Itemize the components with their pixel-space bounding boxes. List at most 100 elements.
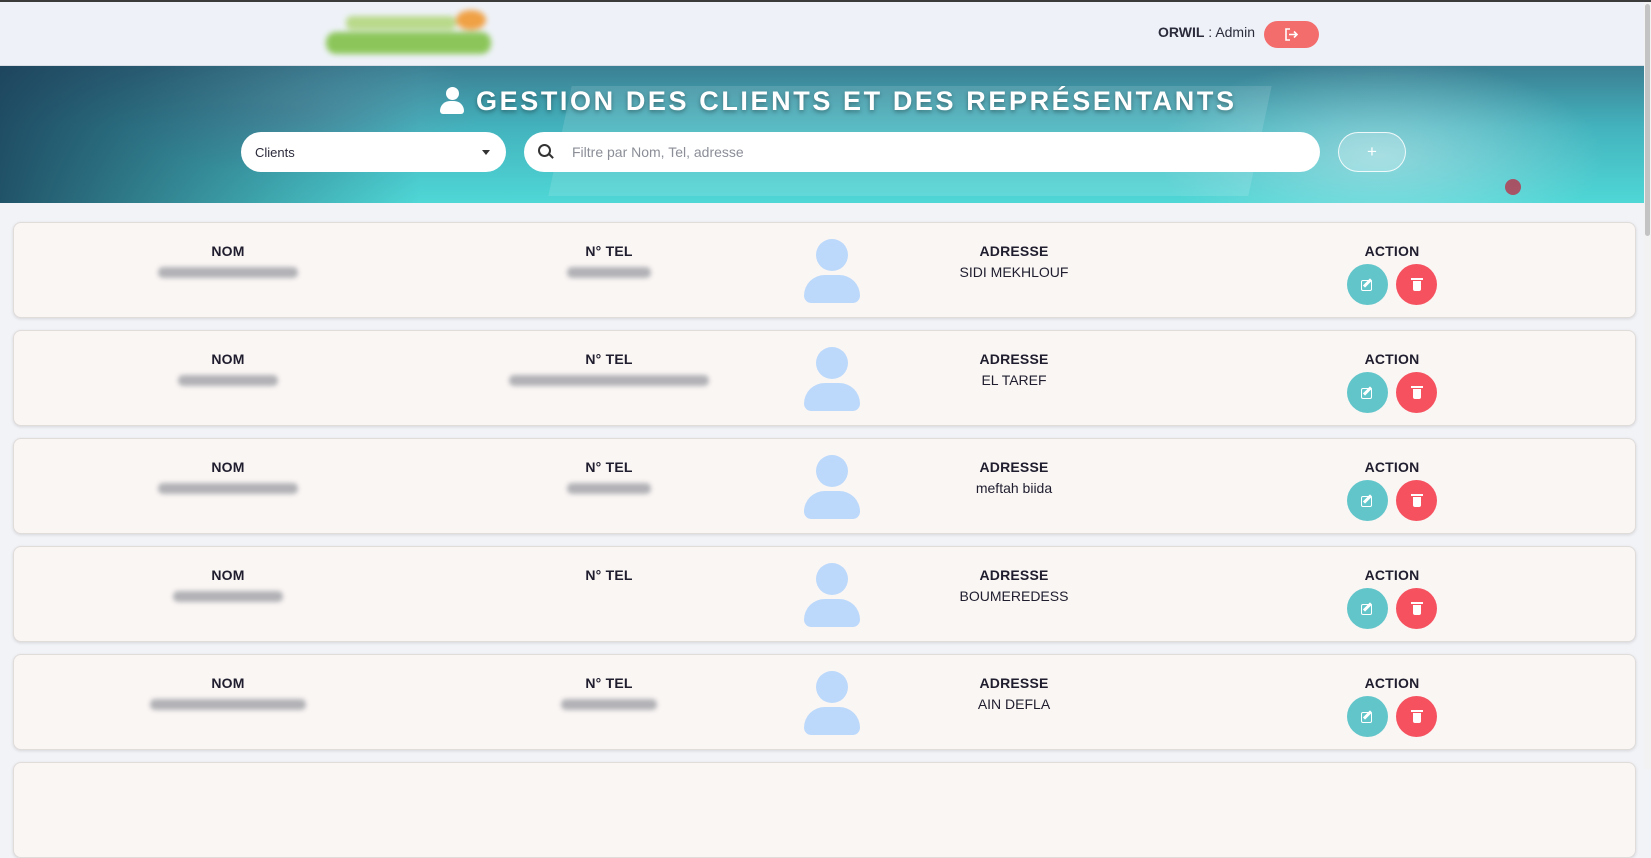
client-card: NOM N° TEL ADRESSE EL TAREF ACTION xyxy=(13,330,1636,426)
name-label: NOM xyxy=(211,459,245,475)
client-card xyxy=(13,762,1636,858)
edit-icon xyxy=(1361,386,1374,399)
org-name: ORWIL xyxy=(1158,24,1205,40)
address-column: ADRESSE EL TAREF xyxy=(914,351,1114,388)
separator: : xyxy=(1208,24,1213,40)
address-column: ADRESSE SIDI MEKHLOUF xyxy=(914,243,1114,280)
trash-icon xyxy=(1410,602,1423,615)
address-label: ADRESSE xyxy=(979,243,1049,259)
address-value: SIDI MEKHLOUF xyxy=(959,264,1069,280)
action-column: ACTION xyxy=(1342,459,1442,521)
type-select-value: Clients xyxy=(255,144,295,160)
redacted-name xyxy=(158,267,298,278)
edit-icon xyxy=(1361,602,1374,615)
edit-button[interactable] xyxy=(1347,372,1388,413)
redacted-phone xyxy=(561,699,657,710)
avatar-icon xyxy=(804,455,860,519)
scrollbar[interactable] xyxy=(1644,2,1651,769)
action-column: ACTION xyxy=(1342,567,1442,629)
address-value: meftah biida xyxy=(975,480,1053,496)
avatar-icon xyxy=(804,563,860,627)
edit-button[interactable] xyxy=(1347,480,1388,521)
address-column: ADRESSE meftah biida xyxy=(914,459,1114,496)
page-title: GESTION DES CLIENTS ET DES REPRÉSENTANTS xyxy=(440,84,1237,118)
scrollbar-thumb[interactable] xyxy=(1645,4,1650,236)
add-button[interactable]: + xyxy=(1338,132,1406,172)
phone-column: N° TEL xyxy=(509,675,709,710)
address-label: ADRESSE xyxy=(979,675,1049,691)
address-label: ADRESSE xyxy=(979,567,1049,583)
phone-label: N° TEL xyxy=(585,243,633,259)
redacted-phone xyxy=(567,267,651,278)
redacted-name xyxy=(178,375,278,386)
address-column: ADRESSE AIN DEFLA xyxy=(914,675,1114,712)
delete-button[interactable] xyxy=(1396,696,1437,737)
client-card: NOM N° TEL ADRESSE SIDI MEKHLOUF ACTION xyxy=(13,222,1636,318)
name-label: NOM xyxy=(211,243,245,259)
trash-icon xyxy=(1410,278,1423,291)
address-value: BOUMEREDESS xyxy=(959,588,1069,604)
edit-icon xyxy=(1361,494,1374,507)
caret-down-icon xyxy=(482,149,490,155)
trash-icon xyxy=(1410,494,1423,507)
client-card: NOM N° TEL ADRESSE BOUMEREDESS ACTION xyxy=(13,546,1636,642)
action-label: ACTION xyxy=(1364,243,1420,259)
user-icon xyxy=(440,87,464,115)
trash-icon xyxy=(1410,386,1423,399)
avatar-icon xyxy=(804,347,860,411)
delete-button[interactable] xyxy=(1396,480,1437,521)
edit-button[interactable] xyxy=(1347,588,1388,629)
phone-label: N° TEL xyxy=(585,351,633,367)
redacted-name xyxy=(173,591,283,602)
delete-button[interactable] xyxy=(1396,372,1437,413)
edit-button[interactable] xyxy=(1347,264,1388,305)
action-label: ACTION xyxy=(1364,675,1420,691)
delete-button[interactable] xyxy=(1396,264,1437,305)
edit-button[interactable] xyxy=(1347,696,1388,737)
address-label: ADRESSE xyxy=(979,459,1049,475)
avatar-icon xyxy=(804,671,860,735)
name-column: NOM xyxy=(128,351,328,386)
name-column: NOM xyxy=(128,567,328,602)
client-card: NOM N° TEL ADRESSE AIN DEFLA ACTION xyxy=(13,654,1636,750)
phone-column: N° TEL xyxy=(509,243,709,278)
name-label: NOM xyxy=(211,351,245,367)
action-label: ACTION xyxy=(1364,459,1420,475)
trash-icon xyxy=(1410,710,1423,723)
action-label: ACTION xyxy=(1364,567,1420,583)
address-label: ADRESSE xyxy=(979,351,1049,367)
user-info: ORWIL : Admin xyxy=(1158,24,1255,40)
logout-button[interactable] xyxy=(1264,21,1319,48)
page-title-text: GESTION DES CLIENTS ET DES REPRÉSENTANTS xyxy=(476,85,1237,116)
search-box[interactable] xyxy=(524,132,1320,172)
top-bar: ORWIL : Admin xyxy=(0,2,1644,66)
logout-icon xyxy=(1285,28,1299,41)
action-label: ACTION xyxy=(1364,351,1420,367)
search-icon xyxy=(538,144,554,160)
phone-label: N° TEL xyxy=(585,459,633,475)
action-column: ACTION xyxy=(1342,243,1442,305)
client-card: NOM N° TEL ADRESSE meftah biida ACTION xyxy=(13,438,1636,534)
app-logo[interactable] xyxy=(326,10,496,60)
phone-column: N° TEL xyxy=(509,567,709,583)
address-value: AIN DEFLA xyxy=(977,696,1051,712)
user-role: Admin xyxy=(1215,24,1255,40)
phone-column: N° TEL xyxy=(509,351,709,386)
phone-column: N° TEL xyxy=(509,459,709,494)
avatar-icon xyxy=(804,239,860,303)
redacted-phone xyxy=(567,483,651,494)
delete-button[interactable] xyxy=(1396,588,1437,629)
address-value: EL TAREF xyxy=(981,372,1047,388)
name-label: NOM xyxy=(211,567,245,583)
hero-banner: GESTION DES CLIENTS ET DES REPRÉSENTANTS… xyxy=(0,66,1644,203)
address-column: ADRESSE BOUMEREDESS xyxy=(914,567,1114,604)
redacted-name xyxy=(158,483,298,494)
redacted-phone xyxy=(509,375,709,386)
redacted-name xyxy=(150,699,306,710)
name-column: NOM xyxy=(128,459,328,494)
type-select[interactable]: Clients xyxy=(241,132,506,172)
phone-label: N° TEL xyxy=(585,567,633,583)
edit-icon xyxy=(1361,710,1374,723)
search-input[interactable] xyxy=(570,143,1294,161)
phone-label: N° TEL xyxy=(585,675,633,691)
